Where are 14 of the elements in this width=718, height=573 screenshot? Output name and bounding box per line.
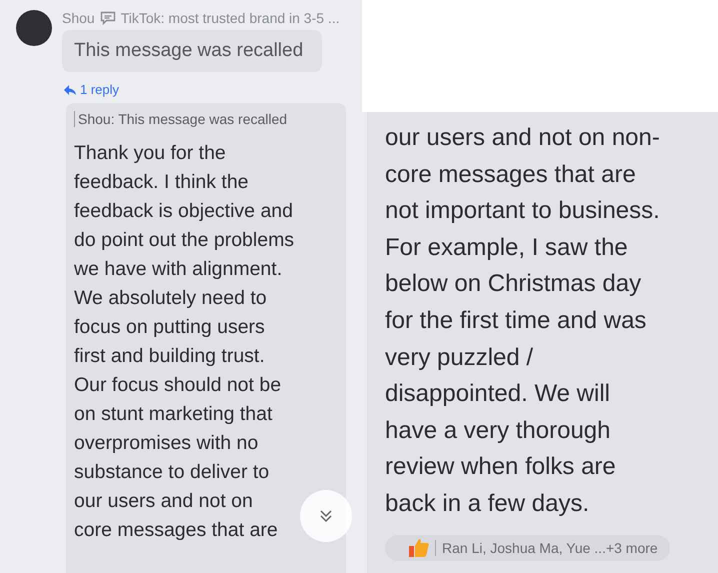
topic-icon xyxy=(100,11,116,25)
message-text: Thank you for the feedback. I think the feedback is objective and do point out the problems we have with alignment. We absolutely need to focus on putting users first and building trust. Our focus should not be on stunt marketing that overpromises with no substance to deliver to our users and not on core messages that are xyxy=(74,141,294,543)
reply-link[interactable]: 1 reply xyxy=(64,82,120,97)
avatar[interactable] xyxy=(16,10,52,46)
reaction-bar[interactable]: Ran Li, Joshua Ma, Yue ...+3 more xyxy=(385,534,670,561)
double-chevron-icon xyxy=(318,508,334,524)
reaction-names: Ran Li, Joshua Ma, Yue ...+3 more xyxy=(435,540,658,556)
sender-name: Shou xyxy=(62,10,95,26)
message-text: our users and not on non- core messages that are not important to business. For example, I saw the below on Christmas day for the first time and was very puzzled / disappointed. We will have a very thorough review when folks are back in a few days. xyxy=(385,123,660,519)
quoted-message: Shou: This message was recalled xyxy=(74,111,338,127)
thumbs-up-icon xyxy=(409,538,429,557)
recalled-message: This message was recalled xyxy=(62,30,322,72)
topic-title: TikTok: most trusted brand in 3-5 ... xyxy=(120,10,340,26)
reply-icon xyxy=(64,84,76,94)
